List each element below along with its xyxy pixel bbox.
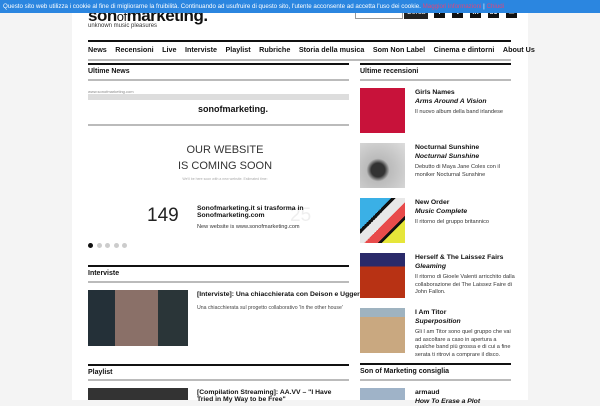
cookie-text: Questo sito web utilizza i cookie al fin… — [3, 3, 421, 10]
coming-line-1: OUR WEBSITE — [186, 144, 264, 156]
nav-storia[interactable]: Storia della musica — [299, 45, 365, 54]
divider — [88, 59, 511, 61]
nav-live[interactable]: Live — [162, 45, 176, 54]
divider — [360, 379, 511, 381]
interview-excerpt: Una chiacchierata sul progetto collabora… — [197, 305, 343, 311]
divider — [88, 281, 349, 283]
review-item[interactable]: Girls Names Arms Around A Vision Il nuovo … — [415, 88, 515, 117]
review-cover[interactable] — [360, 253, 405, 298]
section-title-news: Ultime News — [88, 68, 130, 75]
news-excerpt: New website is www.sonofmarketing.com — [197, 224, 300, 230]
news-headline[interactable]: Sonofmarketing.it si trasforma in Sonofm… — [197, 205, 317, 219]
divider — [88, 63, 349, 65]
nav-playlist[interactable]: Playlist — [226, 45, 251, 54]
review-item[interactable]: Nocturnal Sunshine Nocturnal Sunshine Debu… — [415, 143, 515, 179]
section-title-interviste: Interviste — [88, 270, 120, 277]
countdown-days: 149 — [147, 205, 179, 226]
section-title-playlist: Playlist — [88, 369, 113, 376]
nav-label[interactable]: Som Non Label — [373, 45, 425, 54]
nav-cinema[interactable]: Cinema e dintorni — [434, 45, 495, 54]
main-nav: News Recensioni Live Interviste Playlist… — [88, 45, 535, 54]
nav-interviste[interactable]: Interviste — [185, 45, 217, 54]
nav-news[interactable]: News — [88, 45, 107, 54]
divider — [88, 364, 349, 366]
slider-dot[interactable] — [114, 243, 119, 248]
divider — [360, 63, 511, 65]
section-title-consiglia: Son of Marketing consiglia — [360, 368, 450, 375]
review-item[interactable]: I Am Titor Superposition Gli I am Titor so… — [415, 308, 515, 359]
cookie-banner: Questo sito web utilizza i cookie al fin… — [0, 0, 600, 13]
divider — [88, 379, 349, 381]
review-item[interactable]: New Order Music Complete Il ritorno del gr… — [415, 198, 515, 227]
cookie-close-link[interactable]: Chiudi — [486, 3, 504, 10]
slider-dot[interactable] — [97, 243, 102, 248]
consiglia-item[interactable]: armaud How To Erase a Plot — [415, 388, 515, 406]
coming-line-2: IS COMING SOON — [177, 160, 273, 172]
coming-sub: We'll be here soon with a new website. E… — [182, 177, 268, 181]
section-title-reviews: Ultime recensioni — [360, 68, 419, 75]
playlist-headline[interactable]: [Compilation Streaming]: AA.VV – "I Have… — [197, 389, 347, 403]
review-cover[interactable] — [360, 308, 405, 353]
divider — [88, 79, 349, 81]
consiglia-cover[interactable] — [360, 388, 405, 400]
playlist-image[interactable] — [88, 388, 188, 400]
divider — [360, 79, 511, 81]
nav-about[interactable]: About Us — [503, 45, 535, 54]
slider-dot[interactable] — [105, 243, 110, 248]
review-cover[interactable] — [360, 88, 405, 133]
slider-dot-active[interactable] — [88, 243, 93, 248]
nav-recensioni[interactable]: Recensioni — [115, 45, 153, 54]
browser-bar — [88, 94, 349, 100]
cookie-more-link[interactable]: Maggiori informazioni — [423, 3, 482, 10]
cookie-separator: | — [483, 3, 485, 10]
review-item[interactable]: Herself & The Laissez Fairs Gleaming Il ri… — [415, 253, 515, 297]
divider — [360, 363, 511, 365]
interview-headline[interactable]: [Interviste]: Una chiacchierata con Deis… — [197, 291, 362, 298]
slide-logo: sonofmarketing. — [198, 104, 269, 114]
divider — [88, 40, 511, 42]
divider — [88, 265, 349, 267]
interview-image[interactable] — [88, 290, 188, 346]
divider — [88, 124, 349, 126]
review-cover[interactable] — [360, 198, 405, 243]
review-cover[interactable] — [360, 143, 405, 188]
slider-dot[interactable] — [122, 243, 127, 248]
tagline: unknown music pleasures — [88, 23, 158, 29]
nav-rubriche[interactable]: Rubriche — [259, 45, 290, 54]
